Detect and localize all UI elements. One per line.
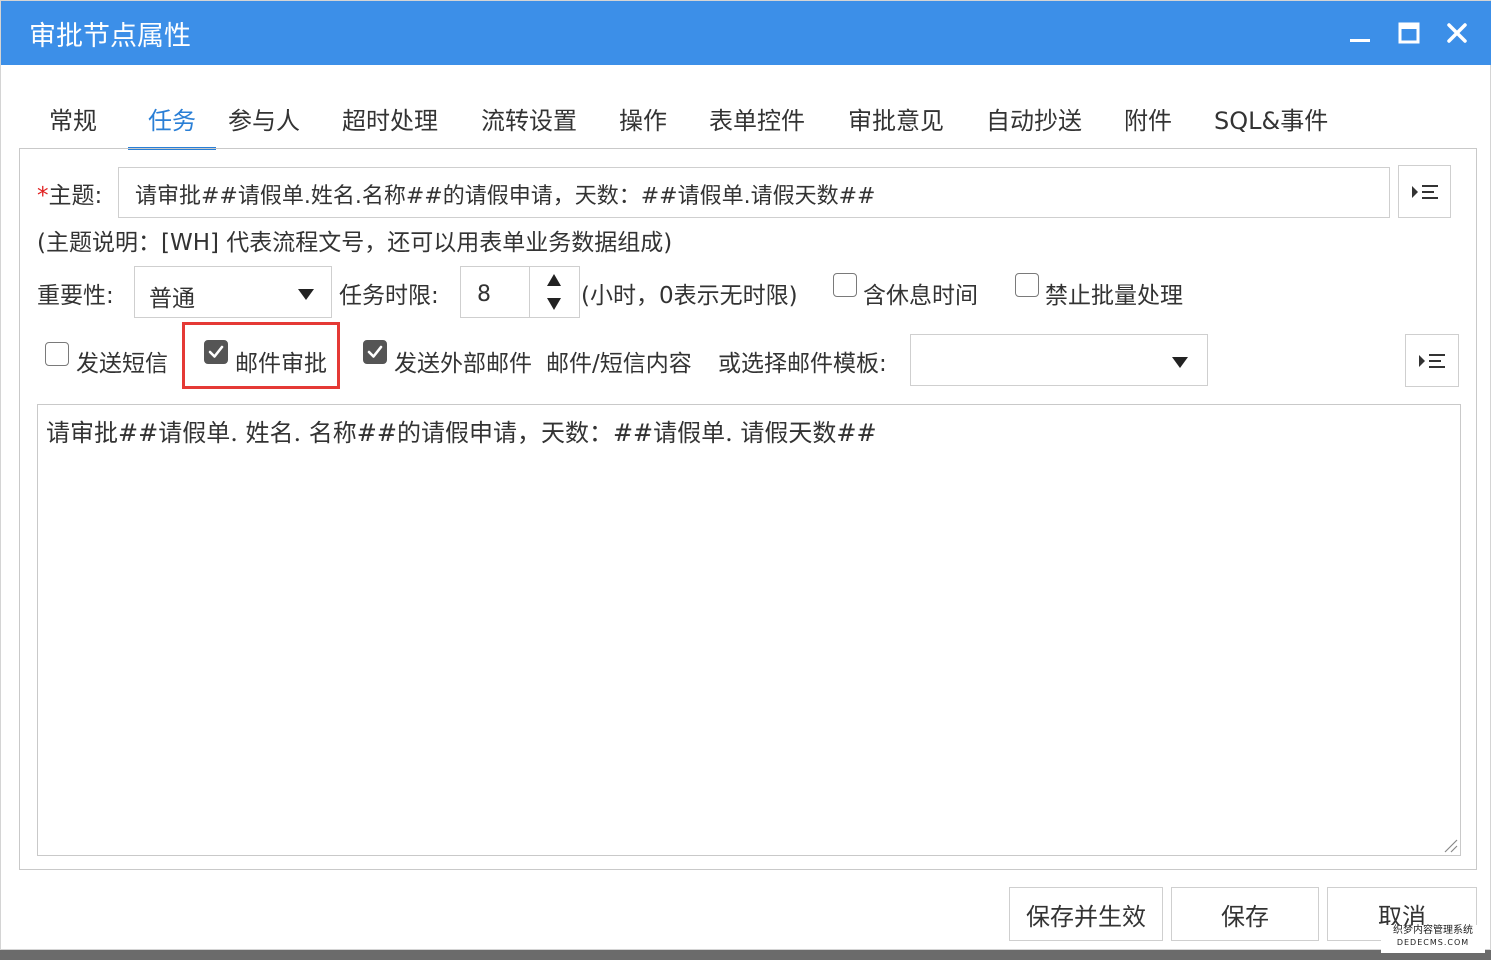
content-field-picker-button[interactable] xyxy=(1405,334,1459,387)
dialog-title: 审批节点属性 xyxy=(29,21,191,52)
dropdown-arrow-icon xyxy=(298,289,314,300)
tab-approval-opinion[interactable]: 审批意见 xyxy=(838,101,954,147)
tab-task[interactable]: 任务 xyxy=(128,101,216,150)
tab-form-controls[interactable]: 表单控件 xyxy=(699,101,815,147)
stepper-divider xyxy=(529,267,530,317)
subject-field[interactable] xyxy=(118,167,1390,218)
tab-flow-settings[interactable]: 流转设置 xyxy=(471,101,587,147)
email-sms-content-textarea[interactable]: 请审批##请假单. 姓名. 名称##的请假申请，天数：##请假单. 请假天数## xyxy=(37,404,1461,856)
tab-participants[interactable]: 参与人 xyxy=(218,101,310,147)
tab-auto-cc[interactable]: 自动抄送 xyxy=(976,101,1092,147)
no-batch-checkbox[interactable] xyxy=(1015,273,1039,297)
subject-field-picker-button[interactable] xyxy=(1398,165,1451,218)
time-limit-hint: (小时，0表示无时限) xyxy=(581,283,798,309)
save-button[interactable]: 保存 xyxy=(1171,887,1319,941)
tab-general[interactable]: 常规 xyxy=(39,101,107,147)
email-approval-checkbox[interactable] xyxy=(204,340,228,364)
time-limit-label: 任务时限: xyxy=(339,283,439,309)
email-template-label: 或选择邮件模板: xyxy=(718,351,887,377)
watermark: 织梦内容管理系统 DEDECMS.COM xyxy=(1381,925,1485,953)
close-icon[interactable] xyxy=(1439,15,1475,51)
approval-node-dialog: 审批节点属性 常规 任务 参与人 超时处理 流转设置 操作 表单控件 审批意见 … xyxy=(0,0,1491,953)
time-limit-input[interactable] xyxy=(475,278,529,310)
tab-sql-events[interactable]: SQL&事件 xyxy=(1204,101,1338,147)
insert-field-icon xyxy=(1411,184,1438,199)
importance-select[interactable]: 普通 xyxy=(134,266,332,318)
tab-timeout[interactable]: 超时处理 xyxy=(332,101,448,147)
include-rest-checkbox[interactable] xyxy=(833,273,857,297)
subject-label: *主题: xyxy=(37,183,103,209)
maximize-icon[interactable] xyxy=(1391,15,1427,51)
send-sms-label: 发送短信 xyxy=(76,351,168,377)
send-external-email-label: 发送外部邮件 xyxy=(394,351,532,377)
subject-hint: (主题说明：[WH] 代表流程文号，还可以用表单业务数据组成) xyxy=(37,230,673,256)
tab-attachments[interactable]: 附件 xyxy=(1114,101,1182,147)
importance-value: 普通 xyxy=(149,286,195,312)
time-limit-stepper[interactable] xyxy=(460,266,580,318)
check-icon xyxy=(367,345,383,358)
send-sms-checkbox[interactable] xyxy=(45,342,69,366)
resize-handle-icon[interactable] xyxy=(1442,837,1458,853)
no-batch-label: 禁止批量处理 xyxy=(1045,283,1183,309)
step-up-icon[interactable] xyxy=(545,273,563,287)
content-text: 请审批##请假单. 姓名. 名称##的请假申请，天数：##请假单. 请假天数## xyxy=(46,419,877,447)
minimize-icon[interactable] xyxy=(1342,15,1378,51)
importance-label: 重要性: xyxy=(37,283,114,309)
email-sms-content-label: 邮件/短信内容 xyxy=(546,351,692,377)
required-mark: * xyxy=(37,183,49,209)
email-approval-label: 邮件审批 xyxy=(235,351,327,377)
email-template-select[interactable] xyxy=(910,334,1208,386)
save-and-activate-button[interactable]: 保存并生效 xyxy=(1009,887,1163,941)
send-external-email-checkbox[interactable] xyxy=(363,340,387,364)
tab-operations[interactable]: 操作 xyxy=(609,101,677,147)
subject-input[interactable] xyxy=(133,178,1377,210)
insert-field-icon xyxy=(1419,353,1445,368)
dialog-titlebar[interactable]: 审批节点属性 xyxy=(1,1,1491,65)
dropdown-arrow-icon xyxy=(1172,357,1188,368)
include-rest-label: 含休息时间 xyxy=(863,283,978,309)
check-icon xyxy=(208,345,224,358)
step-down-icon[interactable] xyxy=(545,297,563,311)
